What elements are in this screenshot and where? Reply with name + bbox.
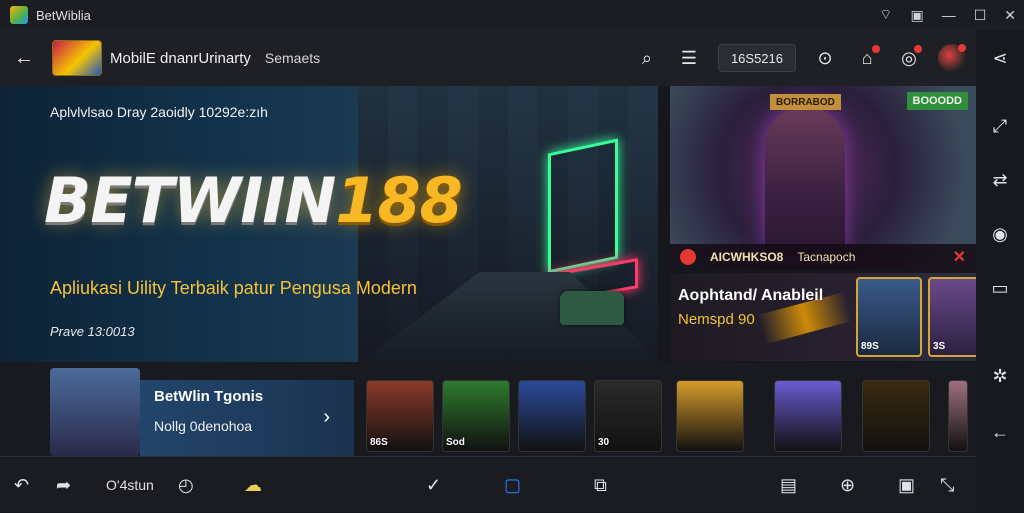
game-thumbnail[interactable] <box>676 380 744 452</box>
promo-strip-label: AICWHKSO8 <box>710 250 784 264</box>
window-title: BetWiblia <box>36 7 91 23</box>
zoom-icon[interactable]: ⊙ <box>812 45 838 71</box>
promo-corner-badge: BOOODD <box>906 92 968 110</box>
game-card[interactable]: 3S <box>928 277 976 357</box>
recents-icon[interactable]: ⧉ <box>594 457 607 513</box>
gamepad-icon[interactable]: ◎ <box>896 45 922 71</box>
game-thumbnail[interactable]: Sod <box>442 380 510 452</box>
promo-card-warrior[interactable]: BORRABOD BOOODD AICWHKSO8 Tacnapoch ✕ <box>670 86 976 270</box>
game-thumbnail[interactable]: 86S <box>366 380 434 452</box>
maximize-button[interactable]: ☐ <box>974 7 987 24</box>
check-icon[interactable]: ✓ <box>426 457 441 513</box>
notification-dot <box>872 45 880 53</box>
forward-icon[interactable]: ➦ <box>56 457 71 513</box>
app-title: MobilE dnanrUrinarty <box>110 49 251 67</box>
close-icon[interactable]: ✕ <box>953 247 966 267</box>
featured-subtitle: Nollg 0denohoa <box>154 418 253 434</box>
close-button[interactable]: ✕ <box>1004 7 1016 24</box>
hero-price: Prave 13:0013 <box>50 324 135 339</box>
neon-sign <box>548 138 618 274</box>
game-card[interactable]: 89S <box>856 277 922 357</box>
hero-top-text: Aplvlvlsao Dray 2aoidly 10292e:zıh <box>50 104 268 120</box>
promo-strip-sub: Tacnapoch <box>797 250 856 264</box>
hero-banner[interactable]: Aplvlvlsao Dray 2aoidly 10292e:zıh BETWI… <box>0 86 658 362</box>
game-thumbnail[interactable]: 30 <box>594 380 662 452</box>
notification-dot <box>958 44 966 52</box>
settings-gear-icon[interactable]: ✲ <box>986 362 1014 390</box>
featured-title: BetWlin Tgonis <box>154 388 264 405</box>
promo-badge: BORRABOD <box>770 94 841 110</box>
car-illustration <box>560 291 624 325</box>
menu-icon[interactable]: ☰ <box>676 45 702 71</box>
header-actions: ⌕ ☰ 16S5216 ⊙ ⌂ ◎ <box>634 30 966 86</box>
location-icon[interactable]: ⊕ <box>840 457 855 513</box>
game-thumbnail-label: 86S <box>370 437 388 448</box>
screenshot-icon[interactable]: ▤ <box>780 457 797 513</box>
search-icon[interactable]: ⌕ <box>634 45 660 71</box>
game-card-label: 3S <box>933 341 946 352</box>
code-field[interactable]: 16S5216 <box>717 44 796 72</box>
back-arrow-icon[interactable]: ← <box>986 418 1014 446</box>
featured-panel[interactable]: BetWlin Tgonis Nollg 0denohoa › <box>140 380 354 456</box>
brand-number: 188 <box>335 164 462 237</box>
game-thumbnail-label: 30 <box>598 437 610 448</box>
app-header: ← MobilE dnanrUrinarty Semaets ⌕ ☰ 16S52… <box>0 30 976 86</box>
media-icon[interactable]: ▣ <box>898 457 915 513</box>
home-square-icon[interactable]: ▢ <box>504 457 521 513</box>
clock-label[interactable]: O'4stun <box>102 457 154 513</box>
game-thumbnail[interactable] <box>774 380 842 452</box>
game-thumbnail-label: Sod <box>446 437 465 448</box>
emulator-sidebar: ⋖ ⤢ ⇄ ◉ ▭ ✲ ← <box>976 30 1024 512</box>
record-icon[interactable]: ◉ <box>986 220 1014 248</box>
promo2-subtitle: Nemspd 90 <box>678 311 755 328</box>
notification-dot <box>914 45 922 53</box>
featured-character-art <box>50 368 140 456</box>
nav-label: O'4stun <box>106 477 154 493</box>
undo-icon[interactable]: ↶ <box>14 457 29 513</box>
app-icon <box>52 40 102 76</box>
share-icon[interactable]: ⋖ <box>986 44 1014 72</box>
game-thumbnail[interactable] <box>862 380 930 452</box>
cloud-icon[interactable]: ☁ <box>244 457 262 513</box>
android-navbar: ↶ ➦ O'4stun ◴ ☁ ✓ ▢ ⧉ ▤ ⊕ ▣ ⤡ <box>0 456 976 512</box>
bluestacks-logo-icon <box>10 6 28 24</box>
brand-text: BETWIIN <box>44 164 336 237</box>
screen-icon[interactable]: ▣ <box>910 7 923 24</box>
promo-card-announcement[interactable]: Aophtand/ Anableil Nemspd 90 89S 3S <box>670 273 976 361</box>
app-subtitle[interactable]: Semaets <box>265 50 320 66</box>
shuffle-icon[interactable]: ⇄ <box>986 166 1014 194</box>
fullscreen-icon[interactable]: ⤡ <box>940 457 954 513</box>
promo-strip: AICWHKSO8 Tacnapoch ✕ <box>670 244 976 270</box>
hero-tagline: Apliukasi Uility Terbaik patur Pengusa M… <box>50 278 417 298</box>
wifi-icon: ⌔ <box>879 6 893 22</box>
store-icon[interactable]: ⌂ <box>854 45 880 71</box>
promo2-title: Aophtand/ Anableil <box>678 287 824 304</box>
timer-icon[interactable]: ◴ <box>178 457 194 513</box>
window-titlebar: BetWiblia ⌔ ▣ — ☐ ✕ <box>0 0 1024 30</box>
expand-icon[interactable]: ⤢ <box>986 112 1014 140</box>
hero-brand-logo: BETWIIN188 <box>44 164 463 237</box>
chevron-right-icon[interactable]: › <box>323 406 330 429</box>
game-thumbnail[interactable] <box>518 380 586 452</box>
avatar[interactable] <box>938 44 966 72</box>
game-thumbnail[interactable] <box>948 380 968 452</box>
minimize-button[interactable]: — <box>942 7 956 23</box>
window-controls: ⌔ ▣ — ☐ ✕ <box>879 0 1016 30</box>
game-icon <box>680 249 696 265</box>
back-icon[interactable]: ← <box>4 47 44 70</box>
warrior-character <box>765 106 845 256</box>
window-icon[interactable]: ▭ <box>986 274 1014 302</box>
game-card-label: 89S <box>861 341 879 352</box>
games-row: BetWlin Tgonis Nollg 0denohoa › 86S Sod 30 <box>0 362 976 456</box>
